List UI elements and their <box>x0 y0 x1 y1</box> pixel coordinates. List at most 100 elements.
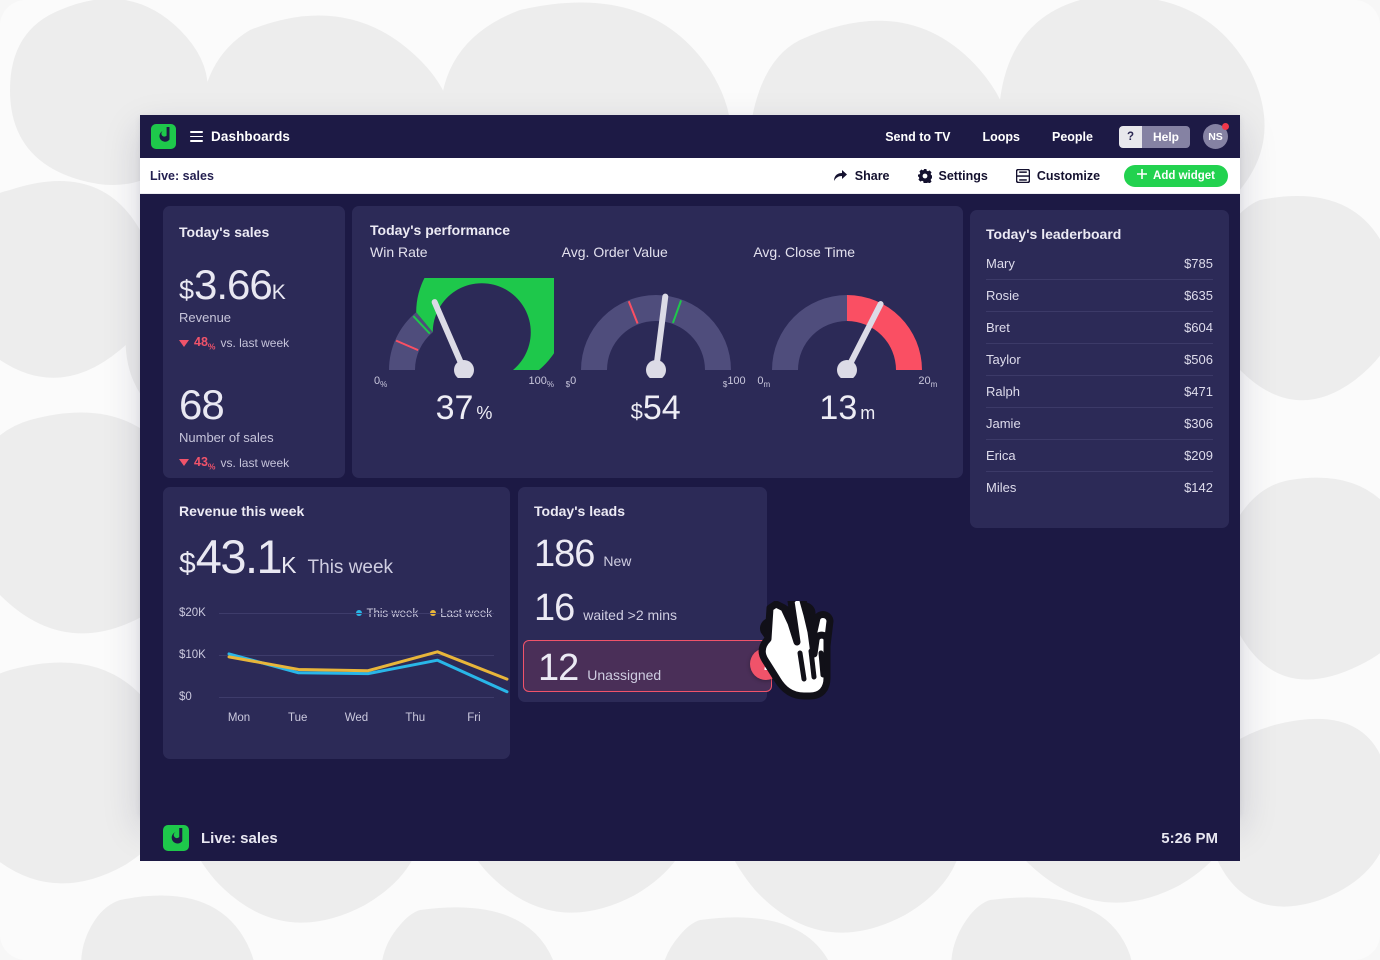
gauge-dial <box>374 278 554 378</box>
leaderboard-row[interactable]: Ralph $471 <box>986 376 1213 408</box>
top-navigation-bar: Dashboards Send to TV Loops People ? Hel… <box>140 115 1240 158</box>
dashboards-menu[interactable]: Dashboards <box>190 129 290 144</box>
leaderboard-amount: $471 <box>1184 384 1213 399</box>
chart-x-tick-label: Wed <box>344 712 369 724</box>
customize-button[interactable]: Customize <box>1002 168 1114 183</box>
revenue-week-unit: K <box>281 552 297 578</box>
revenue-week-currency: $ <box>179 547 196 580</box>
widget-revenue-this-week[interactable]: Revenue this week $ 43.1 K This week Thi… <box>163 487 510 759</box>
dashboard-toolbar: Live: sales Share Settings Customize Add… <box>140 158 1240 194</box>
avatar-initials: NS <box>1208 130 1223 143</box>
nav-link-loops[interactable]: Loops <box>966 130 1036 144</box>
chart-x-tick-label: Tue <box>288 712 308 724</box>
chart-series-1 <box>227 652 509 694</box>
chart-x-tick-label: Mon <box>227 712 251 724</box>
sales-count-delta-unit: % <box>207 461 216 471</box>
nav-link-send-to-tv[interactable]: Send to TV <box>869 130 966 144</box>
brand-swirl-logo-icon <box>151 124 176 149</box>
toolbar-actions: Share Settings Customize Add widget <box>819 164 1228 187</box>
customize-label: Customize <box>1036 168 1101 183</box>
dashboard-name: Live: sales <box>150 168 214 183</box>
avatar[interactable]: NS <box>1203 123 1229 149</box>
gauge-dial <box>757 278 937 378</box>
lead-unassigned-value: 12 <box>538 647 579 689</box>
add-widget-button[interactable]: Add widget <box>1124 164 1228 187</box>
leaderboard-row[interactable]: Taylor $506 <box>986 344 1213 376</box>
leaderboard-amount: $506 <box>1184 352 1213 367</box>
footer-clock: 5:26 PM <box>1161 829 1218 847</box>
dashboard-footer: Live: sales 5:26 PM <box>140 815 1240 861</box>
share-label: Share <box>854 168 890 183</box>
gauge-title: Avg. Close Time <box>753 244 856 260</box>
sales-count-delta-pct: 43 <box>194 454 208 469</box>
share-button[interactable]: Share <box>819 169 904 183</box>
plus-icon <box>1137 169 1148 182</box>
revenue-week-amount: 43.1 <box>195 530 283 583</box>
revenue-currency: $ <box>179 275 195 305</box>
leaderboard-name: Miles <box>986 480 1017 495</box>
widget-todays-sales[interactable]: Today's sales $ 3.66 K Revenue 48% vs. l… <box>163 206 345 478</box>
leaderboard-row[interactable]: Jamie $306 <box>986 408 1213 440</box>
help-button-group: ? Help <box>1118 125 1190 148</box>
gauge-2: Avg. Order Value $0 $100 $54 <box>562 244 754 425</box>
chart-y-tick-label: $20K <box>179 607 206 619</box>
footer-dashboard-name: Live: sales <box>201 829 278 847</box>
revenue-delta-pct: 48 <box>194 335 208 349</box>
revenue-line-chart: This week Last week $20K $10K $0 Mon Tue Wed T… <box>179 607 509 724</box>
question-mark-button[interactable]: ? <box>1118 125 1142 148</box>
widget-todays-performance[interactable]: Today's performance Win Rate 0% 100% 37% Avg… <box>352 206 963 478</box>
leaderboard-amount: $209 <box>1184 448 1213 463</box>
widget-todays-leaderboard[interactable]: Today's leaderboard Mary $785 Rosie $635 Bre… <box>970 210 1229 528</box>
revenue-value: $ 3.66 K <box>179 264 329 306</box>
gauge-dial <box>566 278 746 378</box>
widget-grid: Today's sales $ 3.66 K Revenue 48% vs. l… <box>152 206 1229 768</box>
nav-link-people[interactable]: People <box>1036 130 1109 144</box>
gauge-title: Win Rate <box>370 244 428 260</box>
leaderboard-row[interactable]: Rosie $635 <box>986 280 1213 312</box>
revenue-week-value: $ 43.1 K This week <box>179 533 494 580</box>
leaderboard-name: Rosie <box>986 288 1020 303</box>
revenue-delta-text: vs. last week <box>220 336 290 351</box>
leaderboard-name: Jamie <box>986 416 1021 431</box>
lead-waited-value: 16 <box>534 587 575 629</box>
sales-count-value: 68 <box>179 383 329 426</box>
sales-count-delta-text: vs. last week <box>220 455 290 470</box>
app-window: Dashboards Send to TV Loops People ? Hel… <box>140 115 1240 861</box>
widget-title: Revenue this week <box>179 503 305 519</box>
leaderboard-amount: $306 <box>1184 416 1213 431</box>
lead-row-unassigned-highlight[interactable]: 12 Unassigned <box>523 640 772 692</box>
lead-unassigned-label: Unassigned <box>587 667 662 683</box>
lead-waited-label: waited >2 mins <box>583 607 678 623</box>
settings-button[interactable]: Settings <box>904 168 1002 183</box>
help-button[interactable]: Help <box>1141 125 1190 148</box>
leaderboard-name: Erica <box>986 448 1016 463</box>
hamburger-icon[interactable] <box>190 131 203 142</box>
leaderboard-row[interactable]: Erica $209 <box>986 440 1213 472</box>
widget-title: Today's performance <box>370 222 510 238</box>
sales-count-delta: 43% vs. last week <box>179 454 329 471</box>
leaderboard-amount: $604 <box>1184 320 1213 335</box>
gauge-value: 37% <box>435 389 493 428</box>
down-triangle-icon <box>179 459 189 467</box>
revenue-unit: K <box>271 281 286 304</box>
dashboard-canvas: Today's sales $ 3.66 K Revenue 48% vs. l… <box>140 194 1240 815</box>
leaderboard-row[interactable]: Miles $142 <box>986 472 1213 503</box>
nav-right-group: Send to TV Loops People ? Help NS <box>869 123 1229 149</box>
gauge-group: Win Rate 0% 100% 37% Avg. Order Value $0 $100 $… <box>370 244 945 425</box>
lead-new-label: New <box>603 553 632 569</box>
gauge-3: Avg. Close Time 0m 20m 13 m <box>753 244 945 425</box>
chart-x-tick-label: Thu <box>405 712 426 724</box>
leaderboard-row[interactable]: Bret $604 <box>986 312 1213 344</box>
down-triangle-icon <box>179 339 189 347</box>
chart-y-tick-label: $0 <box>179 691 192 703</box>
leaderboard-row[interactable]: Mary $785 <box>986 248 1213 280</box>
leaderboard-amount: $785 <box>1184 256 1213 271</box>
lead-row-new: 186 New <box>534 535 751 573</box>
revenue-week-subtitle: This week <box>307 557 394 578</box>
exclamation-badge-icon[interactable]: ! <box>750 648 782 680</box>
leaderboard-name: Ralph <box>986 384 1020 399</box>
leaderboard-name: Taylor <box>986 352 1021 367</box>
leaderboard-amount: $142 <box>1184 480 1213 495</box>
settings-label: Settings <box>938 168 988 183</box>
sales-count-label: Number of sales <box>179 429 274 445</box>
